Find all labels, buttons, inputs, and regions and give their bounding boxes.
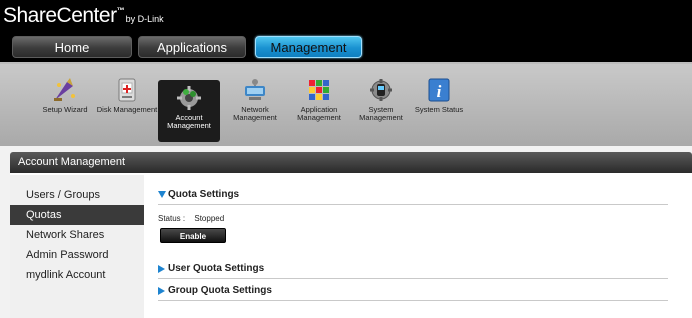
toolbar-label: Network Management (233, 105, 277, 122)
expand-arrow-icon (158, 287, 165, 295)
sidebar-item-admin-password[interactable]: Admin Password (10, 245, 144, 265)
sidebar-item-network-shares[interactable]: Network Shares (10, 225, 144, 245)
brand-tm: ™ (116, 6, 125, 15)
enable-button[interactable]: Enable (160, 228, 226, 243)
toolbar-network-management[interactable]: Network Management (224, 72, 286, 136)
sidebar-item-quotas[interactable]: Quotas (10, 205, 144, 225)
user-quota-settings-title: User Quota Settings (168, 263, 265, 274)
status-value: Stopped (194, 214, 225, 223)
wizard-icon (54, 78, 75, 101)
group-quota-settings-header[interactable]: Group Quota Settings (158, 281, 668, 301)
info-icon: i (428, 78, 450, 102)
panel-title: Account Management (10, 152, 692, 173)
tab-applications[interactable]: Applications (138, 36, 246, 58)
toolbar-label: System Status (414, 105, 464, 114)
quota-panel: Quota Settings Status : Stopped Enable U… (158, 175, 668, 318)
quota-settings-header[interactable]: Quota Settings (158, 185, 668, 205)
status-label: Status : (158, 214, 186, 223)
group-quota-settings-title: Group Quota Settings (168, 285, 272, 296)
toolbar-application-management[interactable]: Application Management (288, 72, 350, 136)
network-icon (245, 79, 265, 100)
toolbar-label: System Management (359, 105, 403, 122)
tab-management[interactable]: Management (255, 36, 362, 58)
svg-text:i: i (437, 82, 442, 101)
collapse-arrow-icon (158, 191, 166, 198)
toolbar-account-management[interactable]: Account Management (158, 80, 220, 142)
tab-home[interactable]: Home (12, 36, 132, 58)
toolbar-label: Disk Management (96, 105, 158, 114)
toolbar-disk-management[interactable]: Disk Management (96, 72, 158, 136)
disk-icon (118, 78, 136, 102)
brand-name: ShareCenter (3, 4, 117, 27)
toolbar-label: Application Management (297, 105, 341, 122)
system-icon (370, 79, 392, 101)
management-toolbar: Setup Wizard Disk Management Account Man… (0, 62, 692, 146)
sidebar-item-mydlink-account[interactable]: mydlink Account (10, 265, 144, 285)
sidebar-item-users-groups[interactable]: Users / Groups (10, 185, 144, 205)
toolbar-label: Account Management (167, 113, 211, 130)
expand-arrow-icon (158, 265, 165, 273)
sidebar: Users / Groups Quotas Network Shares Adm… (10, 175, 144, 318)
status-row: Status : Stopped (158, 214, 668, 223)
quota-settings-title: Quota Settings (168, 189, 240, 200)
application-icon (309, 80, 329, 100)
toolbar-setup-wizard[interactable]: Setup Wizard (34, 72, 96, 136)
account-icon (177, 86, 201, 110)
brand-logo: ShareCenter™by D-Link (3, 4, 164, 28)
header-bar: ShareCenter™by D-Link Home Applications … (0, 0, 692, 62)
toolbar-system-management[interactable]: System Management (350, 72, 412, 136)
toolbar-system-status[interactable]: i System Status (408, 72, 470, 136)
brand-byline: by D-Link (125, 14, 164, 24)
toolbar-label: Setup Wizard (42, 105, 88, 114)
user-quota-settings-header[interactable]: User Quota Settings (158, 259, 668, 279)
